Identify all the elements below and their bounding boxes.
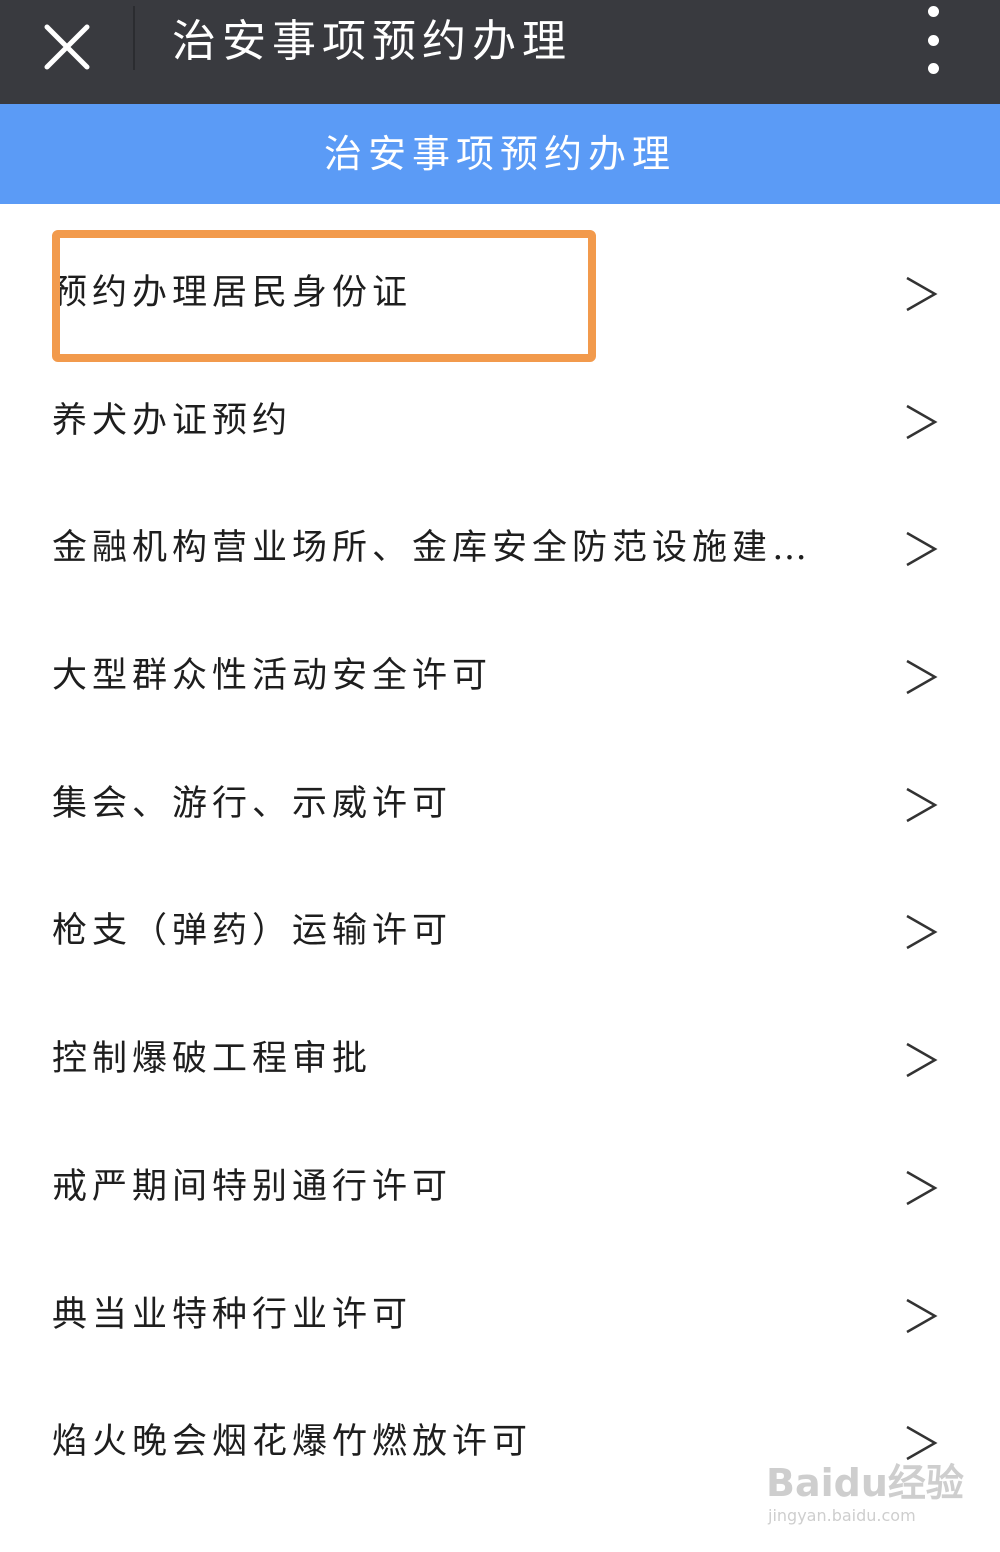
list-item[interactable]: 预约办理居民身份证 [0, 230, 1000, 358]
topbar-divider [133, 6, 135, 70]
chevron-right-icon [906, 532, 938, 567]
list-item[interactable]: 大型群众性活动安全许可 [0, 613, 1000, 741]
list-item[interactable]: 枪支（弹药）运输许可 [0, 868, 1000, 996]
list-item[interactable]: 控制爆破工程审批 [0, 996, 1000, 1124]
close-button[interactable] [30, 10, 104, 84]
list-item-label: 大型群众性活动安全许可 [52, 656, 493, 697]
chevron-right-icon [906, 659, 938, 695]
list-item-label: 焰火晚会烟花爆竹燃放许可 [52, 1422, 533, 1463]
watermark-url: jingyan.baidu.com [768, 1506, 916, 1525]
chevron-right-icon [906, 404, 938, 439]
list-item[interactable]: 金融机构营业场所、金库安全防范设施建… [0, 485, 1000, 613]
more-vertical-icon [927, 6, 939, 17]
list-item[interactable]: 典当业特种行业许可 [0, 1252, 1000, 1380]
list-item[interactable]: 戒严期间特别通行许可 [0, 1124, 1000, 1252]
chevron-right-icon [906, 276, 938, 312]
page-title: 治安事项预约办理 [323, 132, 676, 176]
list-item[interactable]: 养犬办证预约 [0, 358, 1000, 486]
list-item-label: 控制爆破工程审批 [52, 1039, 373, 1080]
list-item-label: 枪支（弹药）运输许可 [52, 911, 453, 952]
window-title: 治安事项预约办理 [172, 16, 572, 67]
list-item[interactable]: 焰火晚会烟花爆竹燃放许可 [0, 1379, 1000, 1507]
chevron-right-icon [906, 1298, 938, 1333]
list-item-label: 戒严期间特别通行许可 [52, 1166, 453, 1207]
close-icon [44, 24, 90, 70]
page-header: 治安事项预约办理 [0, 104, 1000, 204]
list-item-label: 预约办理居民身份证 [52, 273, 413, 313]
chevron-right-icon [906, 787, 938, 822]
chevron-right-icon [906, 915, 938, 950]
chevron-right-icon [906, 1426, 938, 1461]
chevron-right-icon [906, 1170, 938, 1205]
more-options-button[interactable] [906, 6, 960, 74]
list-item-label: 集会、游行、示威许可 [52, 783, 453, 824]
top-app-bar: 治安事项预约办理 [0, 0, 1000, 104]
service-list: 预约办理居民身份证 养犬办证预约 金融机构营业场所、金库安全防范设施建… 大型群… [0, 230, 1000, 1507]
list-item[interactable]: 集会、游行、示威许可 [0, 741, 1000, 869]
list-item-label: 典当业特种行业许可 [52, 1294, 413, 1335]
list-item-label: 养犬办证预约 [52, 400, 293, 441]
chevron-right-icon [906, 1043, 938, 1078]
list-item-label: 金融机构营业场所、金库安全防范设施建… [52, 528, 813, 569]
